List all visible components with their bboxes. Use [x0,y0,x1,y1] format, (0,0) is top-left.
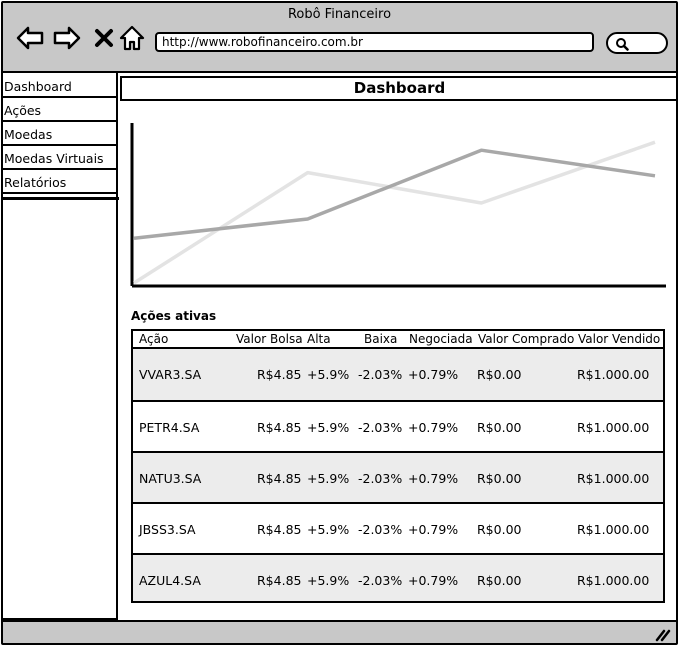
cell-valor-comprado: R$0.00 [477,522,522,537]
series-line-2 [133,148,656,240]
cell-acao: VVAR3.SA [139,367,202,382]
sidebar-item-relatorios[interactable]: Relatórios [3,172,116,194]
table-row[interactable]: NATU3.SA R$4.85 +5.9% -2.03% +0.79% R$0.… [133,451,663,502]
resize-grip-icon[interactable] [654,628,672,642]
sidebar-item-acoes[interactable]: Ações [3,100,116,122]
table-row[interactable]: VVAR3.SA R$4.85 +5.9% -2.03% +0.79% R$0.… [133,349,663,400]
cell-valor-bolsa: R$4.85 [257,420,302,435]
cell-acao: NATU3.SA [139,471,202,486]
sidebar-item-dashboard[interactable]: Dashboard [3,76,116,98]
cell-acao: JBSS3.SA [139,522,196,537]
column-header: Ação [139,332,169,346]
table-row[interactable]: JBSS3.SA R$4.85 +5.9% -2.03% +0.79% R$0.… [133,502,663,553]
sidebar-item-moedas[interactable]: Moedas [3,124,116,146]
line-chart [130,123,666,288]
cell-negociada: +0.79% [408,522,459,537]
column-header: Negociada [409,332,473,346]
cell-baixa: -2.03% [358,471,403,486]
column-header: Valor Bolsa [236,332,303,346]
cell-baixa: -2.03% [358,367,403,382]
table-row[interactable]: PETR4.SA R$4.85 +5.9% -2.03% +0.79% R$0.… [133,400,663,451]
cell-valor-bolsa: R$4.85 [257,471,302,486]
status-bar [3,620,676,643]
cell-acao: AZUL4.SA [139,573,201,588]
cell-valor-comprado: R$0.00 [477,367,522,382]
address-url: http://www.robofinanceiro.com.br [162,35,363,49]
sidebar-item-moedas-virtuais[interactable]: Moedas Virtuais [3,148,116,170]
stocks-table: Ação Valor Bolsa Alta Baixa Negociada Va… [131,329,665,603]
cell-negociada: +0.79% [408,367,459,382]
cell-baixa: -2.03% [358,573,403,588]
address-bar[interactable]: http://www.robofinanceiro.com.br [155,32,594,52]
cell-valor-comprado: R$0.00 [477,573,522,588]
cell-negociada: +0.79% [408,420,459,435]
cell-acao: PETR4.SA [139,420,200,435]
cell-valor-bolsa: R$4.85 [257,573,302,588]
table-header: Ação Valor Bolsa Alta Baixa Negociada Va… [133,331,663,349]
forward-icon[interactable] [52,23,82,53]
cell-negociada: +0.79% [408,573,459,588]
home-icon[interactable] [117,23,147,53]
cell-valor-vendido: R$1.000.00 [577,471,650,486]
cell-valor-comprado: R$0.00 [477,420,522,435]
window-title: Robô Financeiro [287,7,392,22]
cell-alta: +5.9% [307,367,350,382]
cell-valor-vendido: R$1.000.00 [577,420,650,435]
column-header: Valor Comprado [478,332,575,346]
table-row[interactable]: AZUL4.SA R$4.85 +5.9% -2.03% +0.79% R$0.… [133,553,663,601]
cell-valor-vendido: R$1.000.00 [577,367,650,382]
back-icon[interactable] [15,23,45,53]
cell-alta: +5.9% [307,573,350,588]
cell-valor-bolsa: R$4.85 [257,367,302,382]
column-header: Alta [307,332,331,346]
table-title: Ações ativas [131,309,217,323]
cell-valor-bolsa: R$4.85 [257,522,302,537]
cell-valor-vendido: R$1.000.00 [577,573,650,588]
sidebar: Dashboard Ações Moedas Moedas Virtuais R… [3,73,119,620]
column-header: Valor Vendido [578,332,661,346]
cell-valor-vendido: R$1.000.00 [577,522,650,537]
browser-titlebar: Robô Financeiro http://www.robofinanceir… [3,3,676,73]
cell-valor-comprado: R$0.00 [477,471,522,486]
cell-alta: +5.9% [307,522,350,537]
cell-baixa: -2.03% [358,522,403,537]
close-icon[interactable] [89,23,119,53]
browser-window: Robô Financeiro http://www.robofinanceir… [1,1,678,645]
cell-alta: +5.9% [307,471,350,486]
cell-alta: +5.9% [307,420,350,435]
search-icon [616,38,629,51]
page-title: Dashboard [120,76,676,101]
search-input[interactable] [606,32,668,54]
cell-negociada: +0.79% [408,471,459,486]
cell-baixa: -2.03% [358,420,403,435]
column-header: Baixa [364,332,398,346]
sidebar-divider [3,197,119,200]
